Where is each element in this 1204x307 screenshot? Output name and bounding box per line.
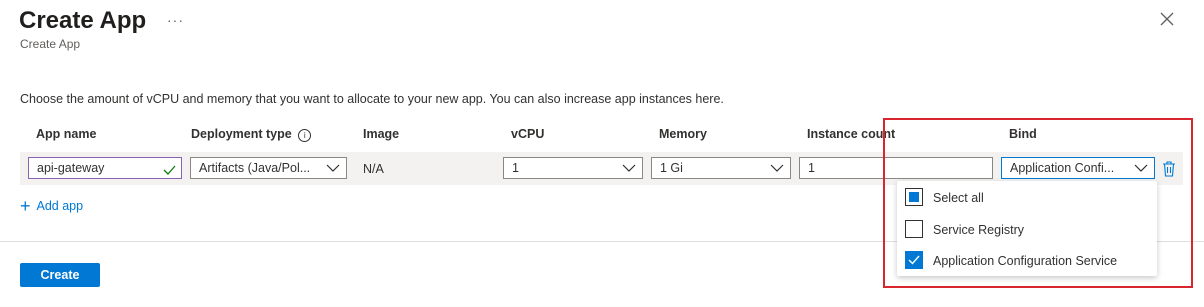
- checkmark-icon: [163, 162, 176, 182]
- create-button[interactable]: Create: [20, 263, 100, 287]
- instance-count-value: 1: [808, 161, 815, 175]
- column-header-app-name: App name: [36, 127, 97, 141]
- app-name-value: api-gateway: [37, 161, 105, 175]
- breadcrumb-subtitle: Create App: [20, 37, 81, 51]
- memory-select[interactable]: 1 Gi: [651, 157, 791, 179]
- description-text: Choose the amount of vCPU and memory tha…: [20, 92, 724, 106]
- chevron-down-icon: [770, 164, 784, 173]
- info-icon[interactable]: i: [298, 129, 312, 142]
- close-icon[interactable]: [1158, 10, 1176, 28]
- app-name-input[interactable]: api-gateway: [28, 157, 182, 179]
- page-title: Create App: [19, 7, 147, 34]
- column-header-image: Image: [363, 127, 400, 141]
- column-header-deployment-type: Deployment type i: [191, 127, 312, 142]
- add-app-label: Add app: [36, 199, 84, 213]
- deployment-type-select[interactable]: Artifacts (Java/Pol...: [190, 157, 347, 179]
- annotation-highlight-box: [883, 118, 1193, 288]
- column-header-instance-count: Instance count: [807, 127, 896, 141]
- column-header-memory: Memory: [659, 127, 707, 141]
- vcpu-value: 1: [512, 161, 519, 175]
- chevron-down-icon: [326, 164, 340, 173]
- chevron-down-icon: [622, 164, 636, 173]
- column-header-vcpu: vCPU: [511, 127, 545, 141]
- column-header-label: Deployment type: [191, 127, 292, 141]
- add-app-button[interactable]: + Add app: [20, 196, 83, 217]
- plus-icon: +: [20, 196, 31, 216]
- deployment-type-value: Artifacts (Java/Pol...: [199, 161, 311, 175]
- image-value: N/A: [363, 162, 384, 176]
- memory-value: 1 Gi: [660, 161, 683, 175]
- more-options-icon[interactable]: ···: [167, 12, 184, 28]
- vcpu-select[interactable]: 1: [503, 157, 643, 179]
